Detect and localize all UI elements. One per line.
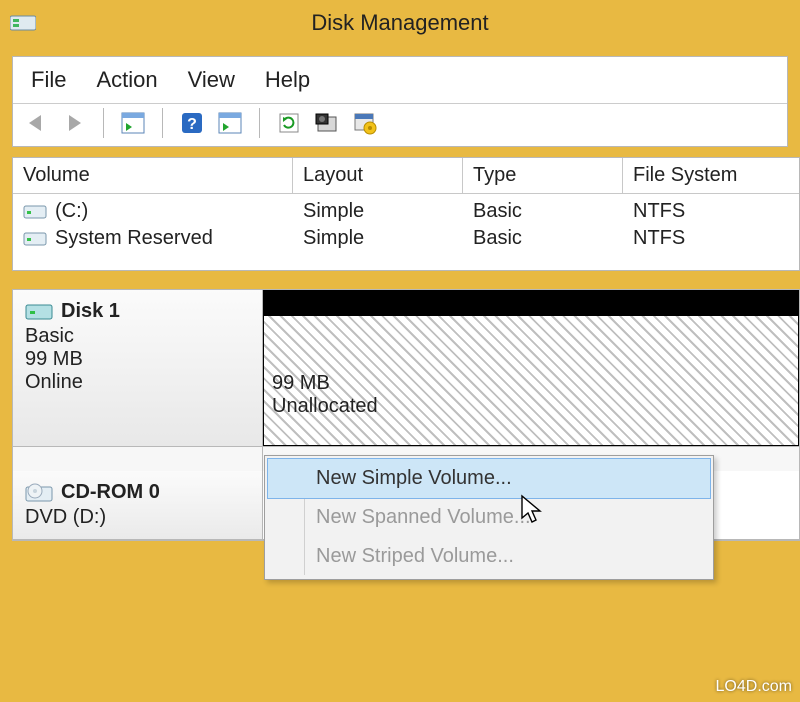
volume-layout: Simple (293, 198, 463, 225)
menu-new-spanned-volume: New Spanned Volume... (268, 498, 710, 537)
menu-help[interactable]: Help (265, 67, 310, 93)
titlebar: Disk Management (0, 0, 800, 46)
context-menu: New Simple Volume... New Spanned Volume.… (264, 455, 714, 580)
volume-type: Basic (463, 198, 623, 225)
col-type[interactable]: Type (463, 158, 623, 194)
disk1-size: 99 MB (25, 348, 250, 371)
volume-name: (C:) (55, 200, 88, 223)
help-icon[interactable]: ? (177, 108, 207, 138)
partition-header-bar (263, 290, 799, 316)
cdrom-icon (25, 482, 53, 504)
cdrom-title: CD-ROM 0 (61, 481, 160, 504)
svg-text:?: ? (187, 116, 197, 133)
show-hide-tree-icon[interactable] (118, 108, 148, 138)
settings-icon[interactable] (350, 108, 380, 138)
toolbar: ? (13, 103, 787, 146)
disk1-info[interactable]: Disk 1 Basic 99 MB Online (13, 290, 263, 446)
menubar: File Action View Help (13, 57, 787, 103)
volume-fs: NTFS (623, 198, 799, 225)
volume-layout: Simple (293, 225, 463, 252)
disk1-map[interactable]: 99 MB Unallocated (263, 290, 799, 446)
view-panes-icon[interactable] (215, 108, 245, 138)
volume-fs: NTFS (623, 225, 799, 252)
table-row[interactable]: (C:) Simple Basic NTFS (13, 198, 799, 225)
disk1-title: Disk 1 (61, 300, 120, 323)
disk-icon (25, 302, 53, 322)
col-volume[interactable]: Volume (13, 158, 293, 194)
disk1-type: Basic (25, 325, 250, 348)
cdrom-info[interactable]: CD-ROM 0 DVD (D:) (13, 471, 263, 539)
menu-action[interactable]: Action (96, 67, 157, 93)
cdrom-sub: DVD (D:) (25, 506, 250, 529)
unalloc-label: Unallocated (272, 395, 798, 418)
menu-view[interactable]: View (188, 67, 235, 93)
watermark: LO4D.com (716, 678, 792, 696)
unalloc-size: 99 MB (272, 372, 798, 395)
menu-new-striped-volume: New Striped Volume... (268, 537, 710, 576)
unallocated-region[interactable]: 99 MB Unallocated (263, 316, 799, 446)
volume-name: System Reserved (55, 227, 213, 250)
window-title: Disk Management (0, 10, 800, 36)
drive-icon (23, 230, 47, 248)
drive-icon (23, 203, 47, 221)
disk1-status: Online (25, 371, 250, 394)
menu-new-simple-volume[interactable]: New Simple Volume... (267, 458, 711, 499)
back-button[interactable] (21, 108, 51, 138)
rescan-disks-icon[interactable] (312, 108, 342, 138)
app-icon (10, 12, 36, 34)
menu-file[interactable]: File (31, 67, 66, 93)
volume-type: Basic (463, 225, 623, 252)
forward-button[interactable] (59, 108, 89, 138)
col-layout[interactable]: Layout (293, 158, 463, 194)
volume-table: Volume Layout Type File System (C:) Simp… (12, 157, 800, 271)
col-fs[interactable]: File System (623, 158, 799, 194)
table-row[interactable]: System Reserved Simple Basic NTFS (13, 225, 799, 252)
refresh-icon[interactable] (274, 108, 304, 138)
